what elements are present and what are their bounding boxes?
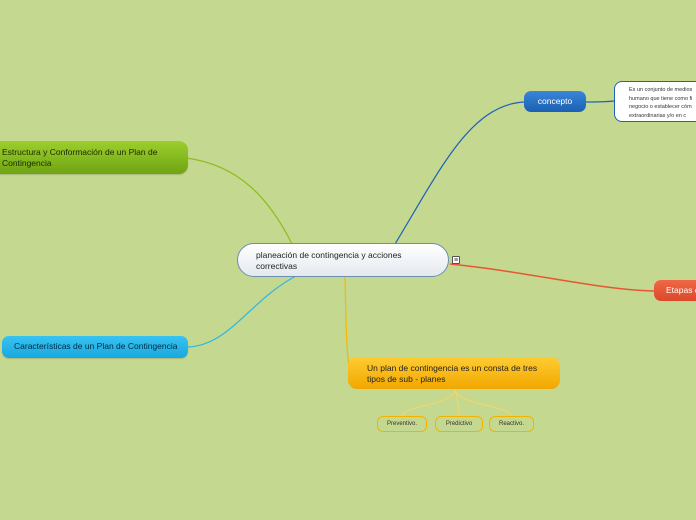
connector-caracteristicas xyxy=(187,275,297,348)
subtopic-predictivo[interactable]: Predictivo xyxy=(435,416,483,432)
connector-preventivo xyxy=(401,388,456,417)
topic-caracteristicas[interactable]: Características de un Plan de Contingenc… xyxy=(2,336,188,358)
topic-concepto[interactable]: concepto xyxy=(524,91,586,112)
topic-estructura[interactable]: Estructura y Conformación de un Plan de … xyxy=(0,141,188,174)
subtopic-reactivo-label: Reactivo. xyxy=(498,421,524,427)
connector-etapas xyxy=(449,263,655,292)
subtopic-predictivo-label: Predictivo xyxy=(445,421,473,427)
connector-predictivo xyxy=(454,388,460,417)
topic-tipos-label: Un plan de contingencia es un consta de … xyxy=(367,363,538,384)
subtopic-preventivo-label: Preventivo. xyxy=(386,421,417,427)
connector-estructura xyxy=(185,157,293,245)
central-topic[interactable]: planeación de contingencia y acciones co… xyxy=(237,243,449,277)
connector-tipos xyxy=(344,276,351,374)
menu-icon[interactable]: ≡ xyxy=(452,256,460,264)
central-topic-label: planeación de contingencia y acciones co… xyxy=(256,250,402,271)
topic-concepto-label: concepto xyxy=(537,96,573,106)
connector-reactivo xyxy=(454,388,512,417)
concepto-detail-box[interactable]: Es un conjunto de medios humano que tien… xyxy=(614,81,696,122)
topic-caracteristicas-label: Características de un Plan de Contingenc… xyxy=(14,341,178,351)
connector-concepto-detail xyxy=(585,100,615,103)
topic-etapas-label: Etapas d xyxy=(666,285,696,295)
topic-tipos[interactable]: Un plan de contingencia es un consta de … xyxy=(348,357,560,389)
topic-estructura-label: Estructura y Conformación de un Plan de … xyxy=(2,147,158,168)
topic-etapas[interactable]: Etapas d xyxy=(654,280,696,301)
subtopic-preventivo[interactable]: Preventivo. xyxy=(377,416,427,432)
subtopic-reactivo[interactable]: Reactivo. xyxy=(489,416,534,432)
connector-concepto xyxy=(394,101,525,245)
concepto-detail-text: Es un conjunto de medios humano que tien… xyxy=(629,87,693,119)
